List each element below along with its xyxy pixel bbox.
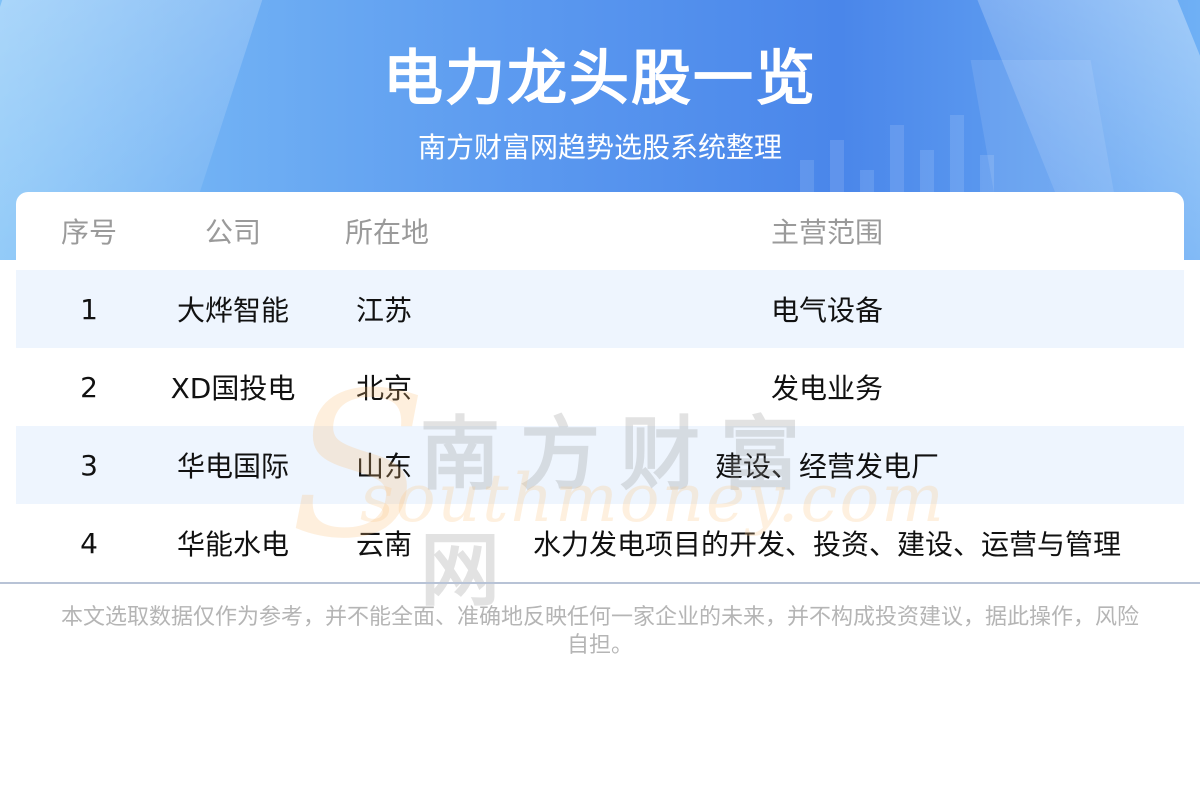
table-row: 4 华能水电 云南 水力发电项目的开发、投资、建设、运营与管理 [16, 504, 1184, 582]
column-header-location: 所在地 [344, 216, 429, 249]
row-location: 云南 [356, 528, 413, 561]
table-row: 2 XD国投电 北京 发电业务 [16, 348, 1184, 426]
row-business: 水力发电项目的开发、投资、建设、运营与管理 [532, 528, 1121, 561]
table-row: 3 华电国际 山东 建设、经营发电厂 [16, 426, 1184, 504]
page-subtitle: 南方财富网趋势选股系统整理 [417, 131, 782, 164]
table-header-row: 序号 公司 所在地 主营范围 [16, 192, 1184, 270]
page-title: 电力龙头股一览 [383, 44, 817, 114]
row-location: 山东 [304, 426, 470, 504]
table-row: 1 大烨智能 江苏 电气设备 [16, 270, 1184, 348]
column-header-index: 序号 [60, 216, 117, 249]
row-company: 华电国际 [162, 426, 304, 504]
column-header-company: 公司 [204, 216, 261, 249]
row-index: 1 [16, 270, 162, 348]
row-index: 4 [80, 526, 98, 560]
row-location: 江苏 [304, 270, 470, 348]
row-company: 华能水电 [176, 528, 289, 561]
disclaimer-text: 本文选取数据仅作为参考，并不能全面、准确地反映任何一家企业的未来，并不构成投资建… [60, 605, 1139, 658]
row-business: 发电业务 [770, 372, 883, 405]
column-header-business: 主营范围 [770, 216, 883, 249]
row-business: 建设、经营发电厂 [470, 426, 1184, 504]
row-business: 电气设备 [470, 270, 1184, 348]
row-company: 大烨智能 [162, 270, 304, 348]
stock-table: 序号 公司 所在地 主营范围 1 大烨智能 江苏 电气设备 2 XD国投电 北京… [16, 192, 1184, 582]
divider [0, 582, 1200, 584]
row-index: 3 [16, 426, 162, 504]
row-company: XD国投电 [170, 372, 296, 405]
row-location: 北京 [356, 372, 413, 405]
row-index: 2 [80, 370, 98, 404]
